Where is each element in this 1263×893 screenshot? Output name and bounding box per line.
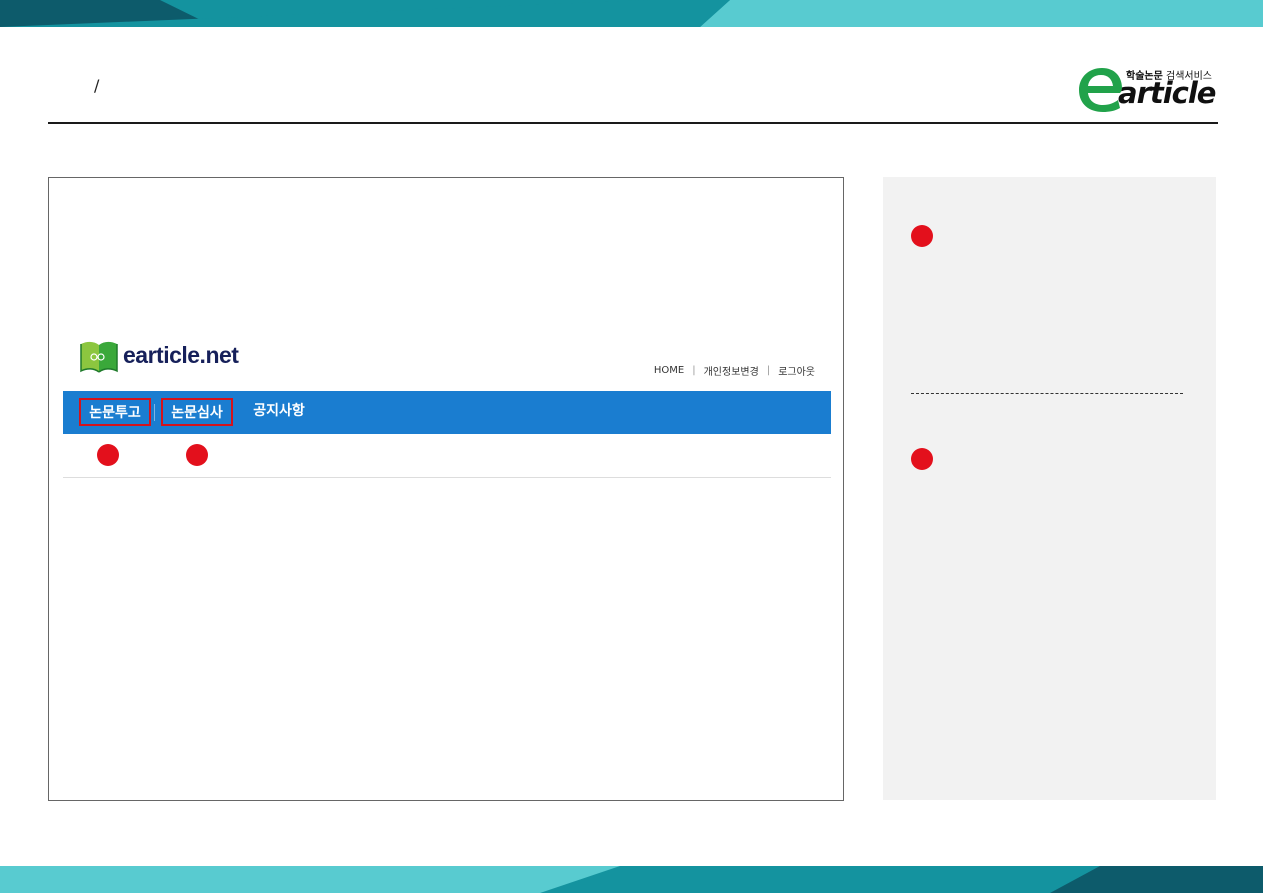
description-panel [883, 177, 1216, 800]
bottom-decorative-band [0, 866, 1263, 893]
slide-page: / 학술논문 검색서비스 article earticle.net HOME |… [0, 0, 1263, 893]
brand-wordmark: article [1118, 76, 1216, 110]
gnb-item-paper-submission[interactable]: 논문투고 [79, 398, 151, 426]
util-link-home[interactable]: HOME [654, 365, 684, 376]
gnb-separator [154, 404, 155, 421]
description-divider [911, 393, 1183, 394]
description-marker-1 [911, 225, 933, 247]
title-divider [48, 122, 1218, 124]
open-book-icon [80, 341, 118, 373]
callout-marker-1 [97, 444, 119, 466]
screenshot-frame: earticle.net HOME | 개인정보변경 | 로그아웃 논문투고 논… [48, 177, 844, 801]
earticle-brand-logo: 학술논문 검색서비스 article [1076, 64, 1218, 114]
description-marker-2 [911, 448, 933, 470]
utility-nav: HOME | 개인정보변경 | 로그아웃 [654, 363, 815, 378]
gnb-item-paper-review[interactable]: 논문심사 [161, 398, 233, 426]
util-link-profile-edit[interactable]: 개인정보변경 [704, 363, 759, 378]
top-decorative-band [0, 0, 1263, 27]
submenu-divider [63, 477, 831, 478]
util-separator: | [692, 365, 696, 376]
site-name: earticle.net [123, 342, 239, 368]
callout-marker-2 [186, 444, 208, 466]
util-separator: | [766, 365, 771, 376]
slide-title: / [94, 76, 100, 95]
util-link-logout[interactable]: 로그아웃 [778, 363, 815, 378]
global-nav-bar: 논문투고 논문심사 공지사항 [63, 391, 831, 434]
gnb-item-notices[interactable]: 공지사항 [249, 398, 309, 426]
